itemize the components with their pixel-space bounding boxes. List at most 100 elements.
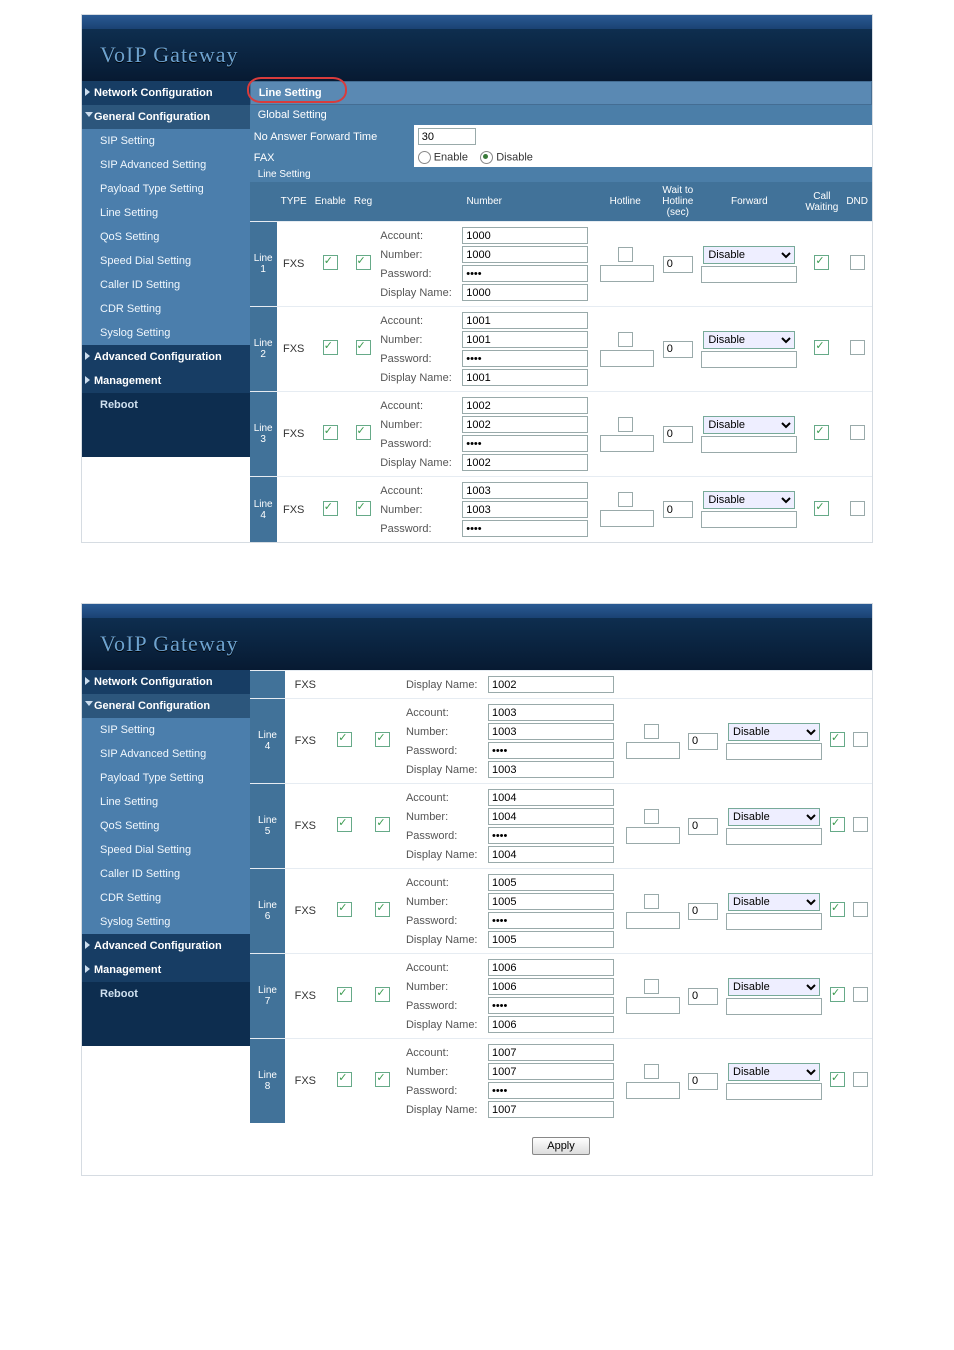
- forward-select[interactable]: Disable: [728, 1063, 820, 1081]
- account-input[interactable]: [462, 227, 588, 244]
- dnd-checkbox[interactable]: [850, 340, 865, 355]
- forward-input[interactable]: [726, 743, 822, 760]
- reg-checkbox[interactable]: [356, 425, 371, 440]
- password-input[interactable]: [488, 827, 614, 844]
- call-waiting-checkbox[interactable]: [830, 732, 845, 747]
- reg-checkbox[interactable]: [356, 255, 371, 270]
- nav-network[interactable]: Network Configuration: [82, 670, 250, 694]
- hotline-input[interactable]: [626, 997, 680, 1014]
- enable-checkbox[interactable]: [323, 501, 338, 516]
- forward-input[interactable]: [701, 351, 797, 368]
- hotline-input[interactable]: [626, 827, 680, 844]
- nav-cdr[interactable]: CDR Setting: [82, 886, 250, 910]
- enable-checkbox[interactable]: [323, 255, 338, 270]
- forward-input[interactable]: [726, 828, 822, 845]
- display-name-input[interactable]: [488, 1101, 614, 1118]
- number-input[interactable]: [462, 331, 588, 348]
- nav-reboot[interactable]: Reboot: [82, 393, 250, 417]
- hotline-checkbox[interactable]: [644, 894, 659, 909]
- forward-select[interactable]: Disable: [728, 723, 820, 741]
- nav-payload[interactable]: Payload Type Setting: [82, 766, 250, 790]
- call-waiting-checkbox[interactable]: [814, 501, 829, 516]
- nav-sip-adv[interactable]: SIP Advanced Setting: [82, 742, 250, 766]
- forward-input[interactable]: [701, 511, 797, 528]
- enable-checkbox[interactable]: [323, 340, 338, 355]
- account-input[interactable]: [462, 397, 588, 414]
- enable-checkbox[interactable]: [323, 425, 338, 440]
- display-name-input[interactable]: [488, 931, 614, 948]
- forward-select[interactable]: Disable: [728, 808, 820, 826]
- account-input[interactable]: [488, 959, 614, 976]
- reg-checkbox[interactable]: [375, 987, 390, 1002]
- nav-syslog[interactable]: Syslog Setting: [82, 321, 250, 345]
- nav-line[interactable]: Line Setting: [82, 790, 250, 814]
- display-name-input[interactable]: [462, 454, 588, 471]
- dnd-checkbox[interactable]: [850, 425, 865, 440]
- wait-input[interactable]: [663, 501, 693, 518]
- number-input[interactable]: [488, 893, 614, 910]
- call-waiting-checkbox[interactable]: [830, 1072, 845, 1087]
- wait-input[interactable]: [663, 341, 693, 358]
- display-name-input[interactable]: [488, 676, 614, 693]
- call-waiting-checkbox[interactable]: [814, 340, 829, 355]
- account-input[interactable]: [462, 312, 588, 329]
- forward-select[interactable]: Disable: [703, 416, 795, 434]
- forward-input[interactable]: [701, 436, 797, 453]
- dnd-checkbox[interactable]: [853, 902, 868, 917]
- nav-sip[interactable]: SIP Setting: [82, 129, 250, 153]
- nav-general[interactable]: General Configuration: [82, 694, 250, 718]
- nav-cdr[interactable]: CDR Setting: [82, 297, 250, 321]
- password-input[interactable]: [462, 435, 588, 452]
- reg-checkbox[interactable]: [356, 340, 371, 355]
- password-input[interactable]: [488, 1082, 614, 1099]
- forward-select[interactable]: Disable: [703, 331, 795, 349]
- call-waiting-checkbox[interactable]: [830, 817, 845, 832]
- nav-line[interactable]: Line Setting: [82, 201, 250, 225]
- account-input[interactable]: [488, 704, 614, 721]
- hotline-input[interactable]: [600, 265, 654, 282]
- call-waiting-checkbox[interactable]: [830, 987, 845, 1002]
- enable-checkbox[interactable]: [337, 987, 352, 1002]
- hotline-input[interactable]: [626, 1082, 680, 1099]
- nav-network[interactable]: Network Configuration: [82, 81, 250, 105]
- hotline-checkbox[interactable]: [618, 417, 633, 432]
- hotline-input[interactable]: [600, 350, 654, 367]
- password-input[interactable]: [488, 997, 614, 1014]
- nav-qos[interactable]: QoS Setting: [82, 814, 250, 838]
- call-waiting-checkbox[interactable]: [814, 255, 829, 270]
- nav-qos[interactable]: QoS Setting: [82, 225, 250, 249]
- password-input[interactable]: [462, 520, 588, 537]
- hotline-input[interactable]: [626, 912, 680, 929]
- call-waiting-checkbox[interactable]: [830, 902, 845, 917]
- display-name-input[interactable]: [488, 1016, 614, 1033]
- account-input[interactable]: [488, 874, 614, 891]
- nav-cid[interactable]: Caller ID Setting: [82, 273, 250, 297]
- number-input[interactable]: [488, 723, 614, 740]
- wait-input[interactable]: [688, 1073, 718, 1090]
- fax-disable-radio[interactable]: [480, 151, 493, 164]
- hotline-checkbox[interactable]: [644, 809, 659, 824]
- enable-checkbox[interactable]: [337, 817, 352, 832]
- account-input[interactable]: [488, 1044, 614, 1061]
- apply-button[interactable]: Apply: [532, 1137, 590, 1155]
- wait-input[interactable]: [688, 988, 718, 1005]
- hotline-checkbox[interactable]: [618, 492, 633, 507]
- fax-enable-radio[interactable]: [418, 151, 431, 164]
- wait-input[interactable]: [688, 903, 718, 920]
- number-input[interactable]: [462, 416, 588, 433]
- nav-payload[interactable]: Payload Type Setting: [82, 177, 250, 201]
- number-input[interactable]: [488, 1063, 614, 1080]
- number-input[interactable]: [462, 246, 588, 263]
- wait-input[interactable]: [688, 733, 718, 750]
- hotline-checkbox[interactable]: [644, 724, 659, 739]
- forward-select[interactable]: Disable: [703, 491, 795, 509]
- reg-checkbox[interactable]: [375, 902, 390, 917]
- number-input[interactable]: [488, 978, 614, 995]
- hotline-checkbox[interactable]: [618, 247, 633, 262]
- hotline-checkbox[interactable]: [644, 979, 659, 994]
- nav-mgmt[interactable]: Management: [82, 369, 250, 393]
- nav-mgmt[interactable]: Management: [82, 958, 250, 982]
- dnd-checkbox[interactable]: [853, 732, 868, 747]
- wait-input[interactable]: [663, 426, 693, 443]
- nav-advanced[interactable]: Advanced Configuration: [82, 345, 250, 369]
